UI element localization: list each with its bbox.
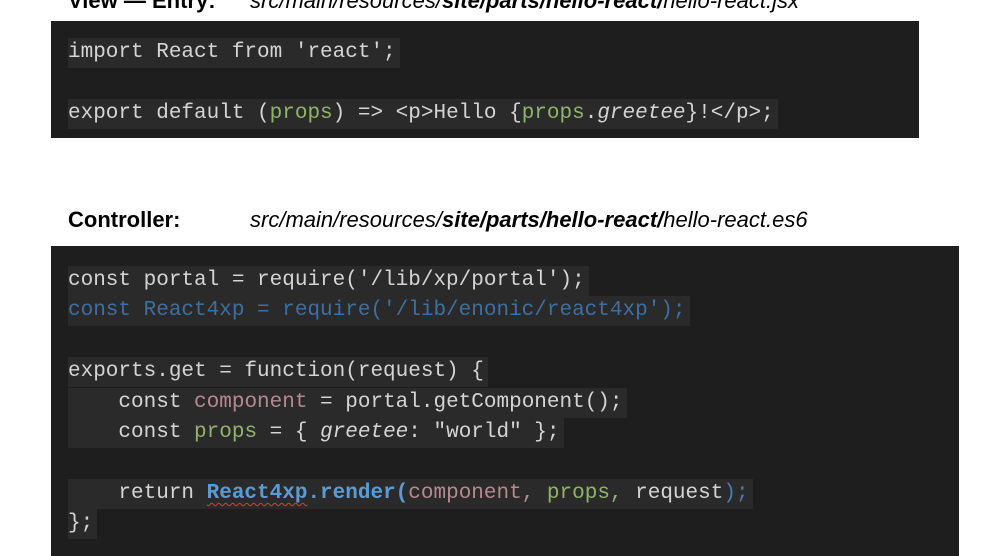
controller-code-block: const portal = require('/lib/xp/portal')…	[51, 246, 959, 556]
code-token-react4xp: React4xp	[206, 482, 308, 505]
controller-heading-path: src/main/resources/site/parts/hello-reac…	[250, 207, 808, 233]
controller-path-prefix: src/main/resources/	[250, 207, 442, 232]
controller-heading-label: Controller:	[68, 207, 181, 232]
code-token-props: props,	[546, 482, 636, 505]
code-token-props: props	[194, 421, 258, 444]
code-token: }!</p>;	[685, 102, 774, 125]
code-token: : "world" };	[408, 421, 560, 444]
code-line: };	[68, 509, 98, 539]
code-token-props: props	[521, 102, 585, 125]
code-token: request	[635, 482, 724, 505]
code-token: = {	[257, 421, 321, 444]
code-token-greetee: greetee	[320, 421, 409, 444]
code-line: import React from 'react';	[68, 38, 400, 68]
code-token: = portal.getComponent();	[307, 391, 623, 414]
view-path-prefix: src/main/resources/	[250, 0, 442, 13]
code-line: exports.get = function(request) {	[68, 357, 488, 387]
view-heading-path: src/main/resources/site/parts/hello-reac…	[250, 0, 799, 14]
view-path-file: hello-react.jsx	[663, 0, 799, 13]
code-token: export default (	[68, 102, 270, 125]
code-token-render: .render(	[307, 482, 409, 505]
code-line: return React4xp.render(component, props,…	[68, 479, 753, 509]
view-code-block: import React from 'react'; export defaul…	[51, 21, 919, 138]
code-token: );	[723, 482, 749, 505]
controller-path-bold: site/parts/hello-react/	[441, 207, 664, 232]
code-line: const component = portal.getComponent();	[68, 388, 627, 418]
controller-path-file: hello-react.es6	[663, 207, 808, 232]
code-token-props: props	[269, 102, 333, 125]
code-line-faded: const React4xp = require('/lib/enonic/re…	[68, 296, 690, 326]
code-line: const props = { greetee: "world" };	[68, 418, 564, 448]
code-token: return	[68, 482, 207, 505]
view-heading-label: View — Entry:	[68, 0, 216, 13]
code-token-component: component,	[408, 482, 547, 505]
code-token: ) => <p>Hello {	[332, 102, 522, 125]
code-token: const	[68, 421, 195, 444]
code-token: .	[584, 102, 598, 125]
view-path-bold: site/parts/hello-react/	[441, 0, 664, 13]
code-token: const	[68, 391, 195, 414]
code-line: export default (props) => <p>Hello {prop…	[68, 99, 778, 129]
code-token-greetee: greetee	[597, 102, 686, 125]
code-token-component: component	[194, 391, 308, 414]
code-line: const portal = require('/lib/xp/portal')…	[68, 266, 589, 296]
